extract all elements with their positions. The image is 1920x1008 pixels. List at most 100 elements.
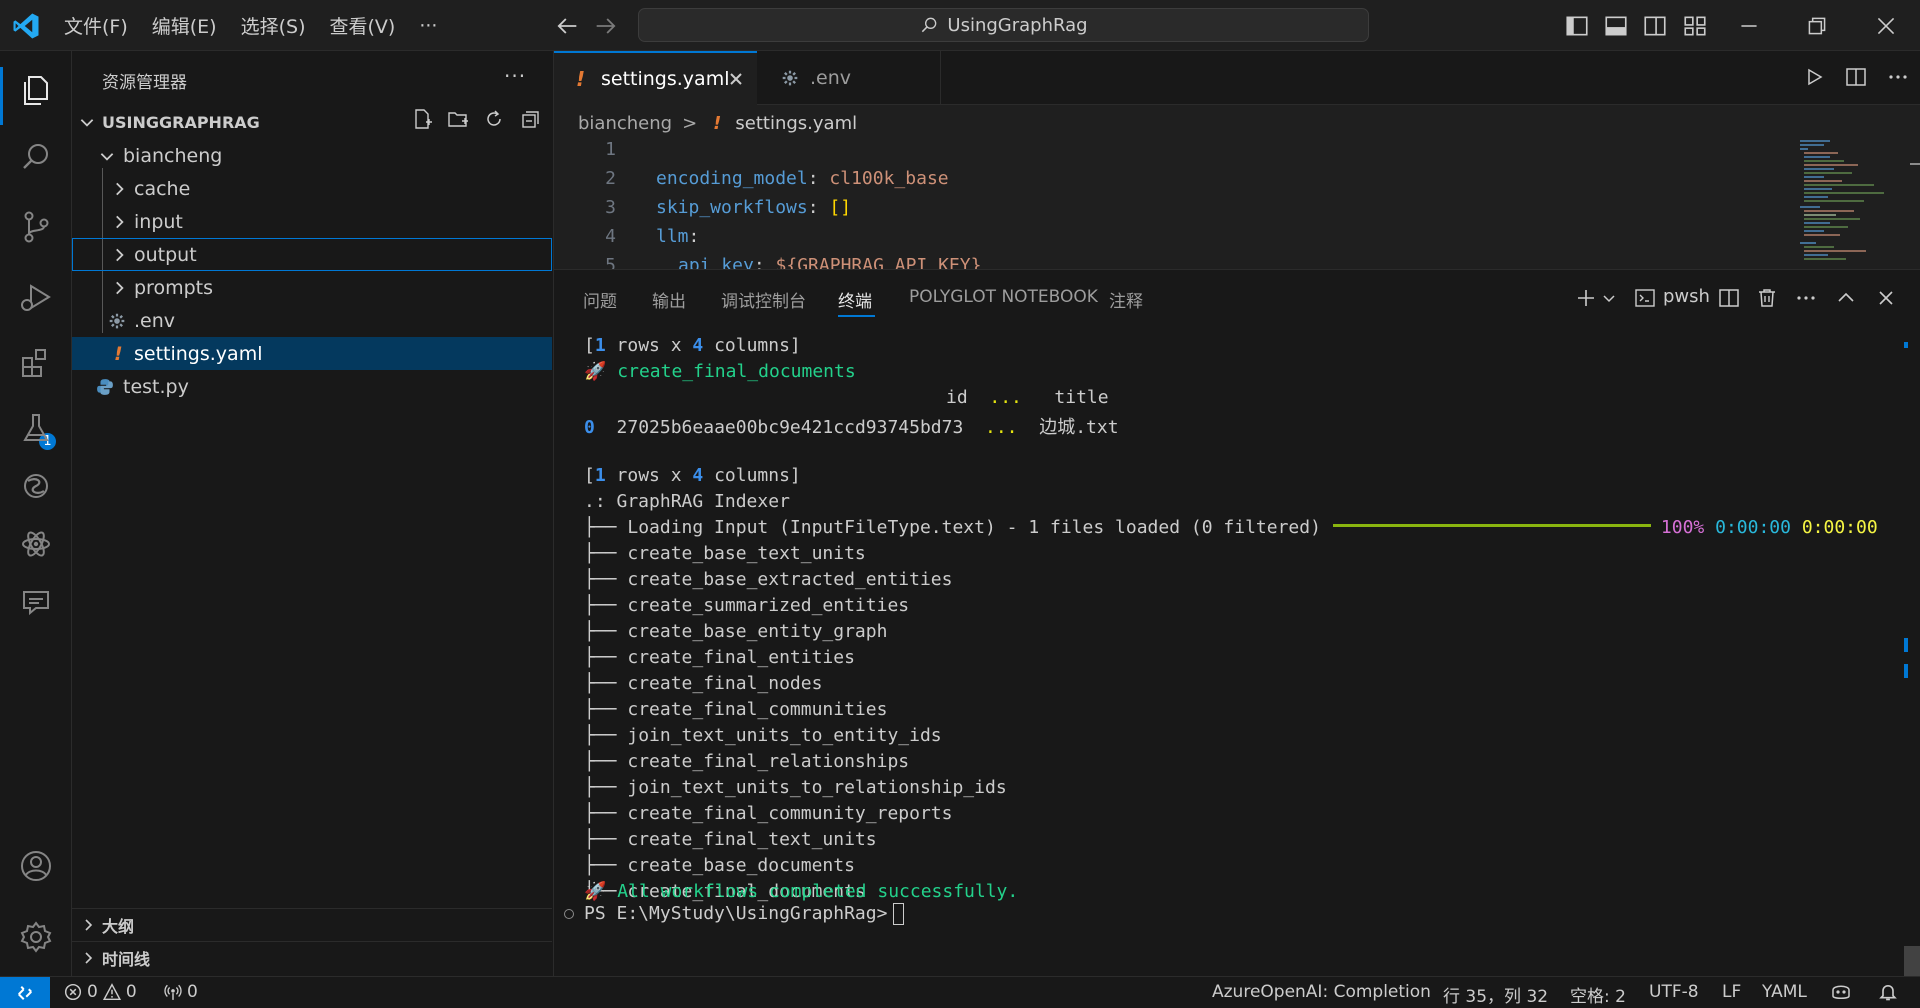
settings-gear-icon[interactable] <box>14 915 58 959</box>
collapse-all-icon[interactable] <box>518 107 542 131</box>
tree-label: test.py <box>123 375 189 398</box>
comments-icon[interactable] <box>14 580 58 624</box>
tree-folder-prompts[interactable]: prompts <box>72 271 552 304</box>
extensions-icon[interactable] <box>14 341 58 385</box>
new-folder-icon[interactable] <box>446 107 470 131</box>
customize-layout-icon[interactable] <box>1682 13 1708 39</box>
terminal-scrollbar[interactable] <box>1900 326 1920 977</box>
notifications-status[interactable] <box>1878 982 1898 1002</box>
breadcrumb-file[interactable]: settings.yaml <box>735 113 857 134</box>
ports-count: 0 <box>187 982 198 1002</box>
tree-folder-cache[interactable]: cache <box>72 172 552 205</box>
copilot-status[interactable] <box>1830 982 1852 1002</box>
vscode-logo-icon[interactable] <box>11 11 41 41</box>
tree-folder-biancheng[interactable]: biancheng <box>72 139 552 172</box>
tab-output[interactable]: 输出 <box>652 287 686 312</box>
kill-terminal-trash-icon[interactable] <box>1755 286 1779 310</box>
command-center-search[interactable]: UsingGraphRag <box>638 8 1369 42</box>
outline-section[interactable]: 大纲 <box>72 908 552 941</box>
menu-file[interactable]: 文件(F) <box>52 12 140 39</box>
close-panel-icon[interactable] <box>1874 286 1898 310</box>
tab-settings-yaml[interactable]: ! settings.yaml <box>554 51 757 105</box>
testing-flask-icon[interactable] <box>14 406 58 450</box>
minimize-window-icon[interactable] <box>1736 13 1762 39</box>
more-actions-icon[interactable] <box>1886 65 1910 89</box>
tab-terminal[interactable]: 终端 <box>838 287 872 312</box>
editor-scrollbar[interactable] <box>1906 137 1920 269</box>
timeline-section[interactable]: 时间线 <box>72 941 552 974</box>
run-debug-icon[interactable] <box>14 275 58 319</box>
explorer-more-button[interactable]: ··· <box>504 64 526 88</box>
menu-view[interactable]: 查看(V) <box>318 12 408 39</box>
tab-problems[interactable]: 问题 <box>583 287 617 312</box>
cursor-position[interactable]: 行 35，列 32 <box>1443 982 1548 1007</box>
search-view-icon[interactable] <box>14 135 58 179</box>
tab-comments[interactable]: 注释 <box>1109 287 1143 312</box>
workflow-item: ├── create_final_text_units <box>584 829 877 850</box>
more-actions-icon[interactable] <box>1794 286 1818 310</box>
yaml-value: cl100k_base <box>829 168 949 189</box>
problems-indicator[interactable]: 0 0 <box>64 982 137 1002</box>
activity-bar: 1 <box>0 51 72 976</box>
react-atom-icon[interactable] <box>14 522 58 566</box>
indentation-status[interactable]: 空格: 2 <box>1570 982 1626 1007</box>
toggle-primary-sidebar-icon[interactable] <box>1564 13 1590 39</box>
tree-file-settings-yaml[interactable]: ! settings.yaml <box>72 337 552 370</box>
split-terminal-icon[interactable] <box>1717 286 1741 310</box>
refresh-icon[interactable] <box>482 107 506 131</box>
tree-file-test-py[interactable]: test.py <box>72 370 552 403</box>
new-file-icon[interactable] <box>410 107 434 131</box>
remote-indicator[interactable] <box>0 977 50 1008</box>
back-arrow-icon[interactable] <box>553 12 581 40</box>
tree-label: prompts <box>134 276 213 299</box>
workspace-name: USINGGRAPHRAG <box>102 112 260 132</box>
terminal-line: .: GraphRAG Indexer <box>584 491 790 512</box>
menu-edit[interactable]: 编辑(E) <box>140 12 229 39</box>
workflow-item: ├── create_final_communities <box>584 699 888 720</box>
new-terminal-plus-icon[interactable] <box>1574 286 1598 310</box>
command-decoration-icon[interactable] <box>564 909 574 919</box>
minimap[interactable] <box>1794 137 1906 267</box>
terminal-output[interactable]: [1 rows x 4 columns] 🚀 create_final_docu… <box>554 326 1900 977</box>
azure-openai-status[interactable]: AzureOpenAI: Completion <box>1212 982 1431 1002</box>
breadcrumb-folder[interactable]: biancheng <box>578 113 672 134</box>
toggle-panel-icon[interactable] <box>1603 13 1629 39</box>
chevron-down-icon[interactable] <box>1601 290 1617 306</box>
language-mode[interactable]: YAML <box>1762 982 1807 1002</box>
source-control-icon[interactable] <box>14 205 58 249</box>
tab-polyglot-notebook[interactable]: POLYGLOT NOTEBOOK <box>909 287 1098 307</box>
accounts-icon[interactable] <box>14 844 58 888</box>
rocket-icon: 🚀 <box>584 881 607 902</box>
restore-window-icon[interactable] <box>1804 13 1830 39</box>
run-file-icon[interactable] <box>1802 65 1826 89</box>
ports-indicator[interactable]: 0 <box>164 982 198 1002</box>
encoding-status[interactable]: UTF-8 <box>1649 982 1699 1002</box>
menu-selection[interactable]: 选择(S) <box>229 12 318 39</box>
close-window-icon[interactable] <box>1873 13 1899 39</box>
eol-status[interactable]: LF <box>1722 982 1741 1002</box>
tree-file-env[interactable]: .env <box>72 304 552 337</box>
split-editor-icon[interactable] <box>1844 65 1868 89</box>
terminal-shell-name[interactable]: pwsh <box>1663 286 1710 307</box>
terminal-table-row: 0 27025b6eaae00bc9e421ccd93745bd73 ... 边… <box>584 417 1119 438</box>
close-tab-icon[interactable] <box>726 69 746 89</box>
menu-more[interactable]: ··· <box>407 15 449 37</box>
code-editor[interactable]: 1 2 encoding_model: cl100k_base 3 skip_w… <box>554 139 1794 269</box>
panel-tabs: 问题 输出 调试控制台 终端 POLYGLOT NOTEBOOK 注释 pwsh <box>554 270 1920 326</box>
tree-folder-output[interactable]: output <box>72 238 552 271</box>
terminal-table-header: id ... title <box>946 387 1109 408</box>
line-number: 2 <box>605 168 616 189</box>
explorer-sidebar: 资源管理器 ··· USINGGRAPHRAG biancheng cache … <box>72 51 554 976</box>
tab-label: settings.yaml <box>601 68 730 90</box>
remote-explorer-icon[interactable] <box>14 464 58 508</box>
workspace-header[interactable]: USINGGRAPHRAG <box>72 107 552 137</box>
explorer-icon[interactable] <box>14 67 58 111</box>
tree-folder-input[interactable]: input <box>72 205 552 238</box>
tab-debug-console[interactable]: 调试控制台 <box>721 287 806 312</box>
remote-icon <box>18 986 32 1000</box>
forward-arrow-icon[interactable] <box>592 12 620 40</box>
maximize-panel-chevron-up-icon[interactable] <box>1834 286 1858 310</box>
toggle-secondary-sidebar-icon[interactable] <box>1642 13 1668 39</box>
tab-env[interactable]: .env <box>757 51 941 105</box>
chevron-right-icon <box>116 281 124 294</box>
